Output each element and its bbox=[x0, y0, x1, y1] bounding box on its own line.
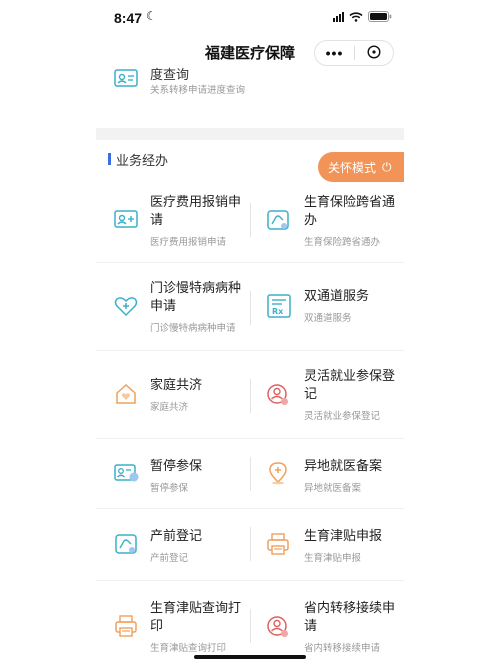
service-subtitle: 暂停参保 bbox=[150, 483, 189, 494]
service-title: 双通道服务 bbox=[304, 288, 370, 303]
service-item-flexible-employment[interactable]: 灵活就业参保登记 灵活就业参保登记 bbox=[250, 351, 404, 438]
service-subtitle: 家庭共济 bbox=[150, 402, 189, 413]
service-subtitle: 医疗费用报销申请 bbox=[150, 237, 227, 248]
service-item-family-mutual-aid[interactable]: 家庭共济 家庭共济 bbox=[96, 351, 250, 438]
service-title: 异地就医备案 bbox=[304, 458, 383, 473]
service-subtitle: 生育保险跨省通办 bbox=[304, 237, 381, 248]
person-badge-icon bbox=[266, 615, 290, 644]
service-item-dual-channel[interactable]: Rx 双通道服务 双通道服务 bbox=[250, 263, 404, 350]
service-title: 灵活就业参保登记 bbox=[304, 368, 396, 401]
service-row: 产前登记 产前登记 生育津贴申报 生育津贴申报 bbox=[96, 509, 404, 581]
hand-card-icon bbox=[114, 533, 138, 560]
service-subtitle: 生育津贴申报 bbox=[304, 553, 362, 564]
service-row: 暂停参保 暂停参保 异地就医备案 异地就医备案 bbox=[96, 439, 404, 509]
service-item-chronic-disease[interactable]: 门诊慢特病病种申请 门诊慢特病病种申请 bbox=[96, 263, 250, 350]
service-title: 家庭共济 bbox=[150, 377, 203, 392]
card-icon bbox=[114, 209, 138, 234]
progress-query-title: 度查询 bbox=[150, 67, 190, 82]
section-header: 业务经办 关怀模式 ⏻ bbox=[96, 146, 404, 182]
service-subtitle: 双通道服务 bbox=[304, 313, 352, 324]
status-bar: 8:47 ☾ bbox=[96, 0, 404, 36]
service-grid: 医疗费用报销申请 医疗费用报销申请 生育保险跨省通办 生育保险跨省通办 门诊慢特… bbox=[96, 175, 404, 667]
service-title: 暂停参保 bbox=[150, 458, 203, 473]
cellular-signal-icon bbox=[333, 11, 344, 22]
progress-query-subtitle: 关系转移申请进度查询 bbox=[150, 85, 246, 96]
service-item-maternity-allowance-declare[interactable]: 生育津贴申报 生育津贴申报 bbox=[250, 509, 404, 580]
service-subtitle: 异地就医备案 bbox=[304, 483, 362, 494]
section-title: 业务经办 bbox=[116, 153, 169, 168]
service-row: 家庭共济 家庭共济 灵活就业参保登记 灵活就业参保登记 bbox=[96, 351, 404, 439]
close-button[interactable] bbox=[355, 44, 393, 62]
service-title: 省内转移接续申请 bbox=[304, 600, 396, 633]
more-button[interactable]: ••• bbox=[315, 45, 354, 61]
progress-query-item[interactable]: 度查询 关系转移申请进度查询 bbox=[96, 62, 404, 122]
service-item-suspend-insurance[interactable]: 暂停参保 暂停参保 bbox=[96, 439, 250, 508]
service-subtitle: 灵活就业参保登记 bbox=[304, 411, 381, 422]
service-title: 产前登记 bbox=[150, 528, 203, 543]
service-subtitle: 门诊慢特病病种申请 bbox=[150, 323, 236, 334]
service-subtitle: 省内转移接续申请 bbox=[304, 643, 381, 654]
svg-text:Rx: Rx bbox=[272, 307, 284, 316]
service-title: 医疗费用报销申请 bbox=[150, 194, 242, 227]
hand-card-icon bbox=[266, 209, 290, 236]
phone-screen: 8:47 ☾ 福建医疗保障 ••• 度查询 关系转移申请进度查询 业务经办 关怀… bbox=[96, 0, 404, 667]
service-row: 医疗费用报销申请 医疗费用报销申请 生育保险跨省通办 生育保险跨省通办 bbox=[96, 175, 404, 263]
section-accent-bar bbox=[108, 153, 111, 165]
service-row: 门诊慢特病病种申请 门诊慢特病病种申请 Rx 双通道服务 双通道服务 bbox=[96, 263, 404, 351]
status-icons bbox=[333, 11, 392, 22]
care-mode-label: 关怀模式 bbox=[328, 160, 377, 175]
battery-icon bbox=[368, 11, 392, 22]
person-badge-icon bbox=[266, 383, 290, 412]
status-time: 8:47 bbox=[114, 10, 143, 26]
service-title: 门诊慢特病病种申请 bbox=[150, 280, 242, 313]
id-card-icon bbox=[114, 68, 138, 93]
house-heart-icon bbox=[114, 383, 138, 410]
moon-icon: ☾ bbox=[146, 9, 157, 23]
service-title: 生育保险跨省通办 bbox=[304, 194, 396, 227]
rx-icon: Rx bbox=[266, 293, 292, 324]
section-gap bbox=[96, 128, 404, 140]
printer-icon bbox=[266, 533, 290, 560]
printer-icon bbox=[114, 615, 138, 642]
location-plus-icon bbox=[266, 461, 290, 490]
service-item-medical-reimbursement[interactable]: 医疗费用报销申请 医疗费用报销申请 bbox=[96, 175, 250, 262]
service-title: 生育津贴申报 bbox=[304, 528, 383, 543]
close-circle-icon bbox=[367, 44, 381, 59]
service-subtitle: 生育津贴查询打印 bbox=[150, 643, 227, 654]
service-item-maternity-cross-province[interactable]: 生育保险跨省通办 生育保险跨省通办 bbox=[250, 175, 404, 262]
service-subtitle: 产前登记 bbox=[150, 553, 189, 564]
wifi-icon bbox=[349, 11, 363, 22]
home-indicator[interactable] bbox=[194, 655, 306, 659]
power-icon: ⏻ bbox=[382, 159, 392, 174]
service-title: 生育津贴查询打印 bbox=[150, 600, 242, 633]
service-item-remote-medical-filing[interactable]: 异地就医备案 异地就医备案 bbox=[250, 439, 404, 508]
card-pause-icon bbox=[114, 463, 140, 488]
service-item-prenatal-registration[interactable]: 产前登记 产前登记 bbox=[96, 509, 250, 580]
heart-plus-icon bbox=[114, 295, 138, 322]
